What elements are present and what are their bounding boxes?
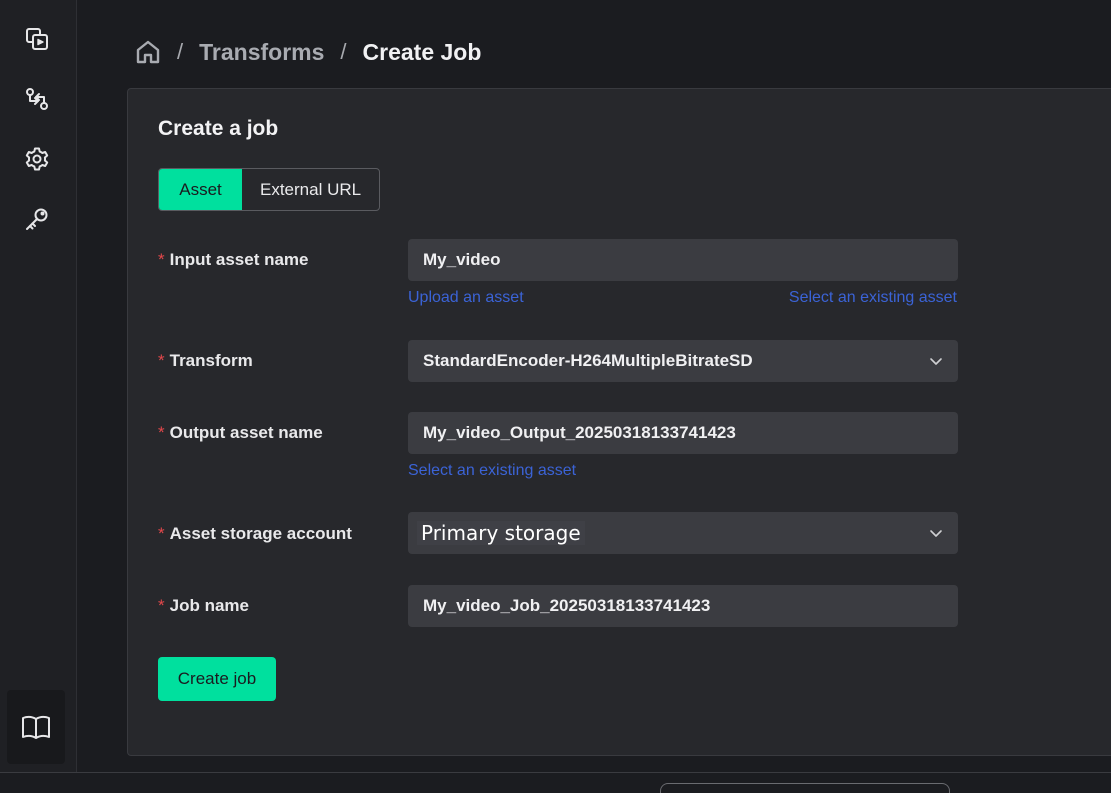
output-asset-label: * Output asset name	[158, 423, 323, 442]
transform-label: * Transform	[158, 351, 253, 370]
chevron-down-icon	[930, 530, 942, 537]
breadcrumb: / Transforms / Create Job	[135, 34, 481, 70]
storage-account-value: Primary storage	[417, 521, 585, 545]
home-icon	[136, 40, 160, 64]
required-marker: *	[158, 423, 165, 442]
job-name-field[interactable]: My_video_Job_20250318133741423	[408, 585, 958, 627]
upload-asset-link[interactable]: Upload an asset	[408, 289, 524, 307]
storage-account-select[interactable]: Primary storage	[408, 512, 958, 554]
sidebar-item-keys[interactable]	[17, 199, 57, 239]
tab-asset[interactable]: Asset	[159, 169, 242, 210]
chevron-down-icon	[930, 358, 942, 365]
book-icon	[22, 715, 50, 739]
create-job-button[interactable]: Create job	[158, 657, 276, 701]
transform-value: StandardEncoder-H264MultipleBitrateSD	[423, 351, 753, 370]
select-existing-input-link[interactable]: Select an existing asset	[789, 289, 957, 307]
page-title: Create Job	[362, 38, 482, 65]
key-icon	[26, 208, 48, 230]
settings-gear-icon	[25, 147, 49, 171]
create-job-card: Create a job Asset External URL * Input a…	[127, 88, 1111, 756]
media-assets-icon	[26, 28, 48, 50]
source-type-toggle: Asset External URL	[158, 168, 381, 211]
transforms-icon	[26, 88, 48, 110]
tab-external-url[interactable]: External URL	[242, 169, 379, 210]
sidebar	[0, 0, 77, 772]
required-marker: *	[158, 250, 165, 269]
input-asset-field[interactable]: My_video	[408, 239, 958, 281]
input-asset-value: My_video	[423, 250, 501, 269]
sidebar-item-settings[interactable]	[17, 139, 57, 179]
sidebar-item-transforms[interactable]	[17, 79, 57, 119]
bottom-bar	[0, 772, 1111, 793]
breadcrumb-separator: /	[340, 39, 347, 64]
job-name-label: * Job name	[158, 596, 249, 615]
card-title: Create a job	[158, 117, 279, 140]
transform-select[interactable]: StandardEncoder-H264MultipleBitrateSD	[408, 340, 958, 382]
required-marker: *	[158, 351, 165, 370]
sidebar-item-media-assets[interactable]	[17, 19, 57, 59]
job-name-value: My_video_Job_20250318133741423	[423, 596, 711, 615]
scroll-indicator	[660, 783, 950, 793]
required-marker: *	[158, 596, 165, 615]
select-existing-output-link[interactable]: Select an existing asset	[408, 462, 576, 480]
breadcrumb-transforms[interactable]: Transforms	[199, 39, 324, 66]
breadcrumb-home[interactable]	[135, 39, 161, 65]
required-marker: *	[158, 524, 165, 543]
breadcrumb-separator: /	[177, 39, 184, 64]
storage-account-label: * Asset storage account	[158, 524, 352, 543]
output-asset-value: My_video_Output_20250318133741423	[423, 423, 736, 442]
input-asset-label: * Input asset name	[158, 250, 309, 269]
output-asset-field[interactable]: My_video_Output_20250318133741423	[408, 412, 958, 454]
sidebar-docs-button[interactable]	[7, 690, 65, 764]
